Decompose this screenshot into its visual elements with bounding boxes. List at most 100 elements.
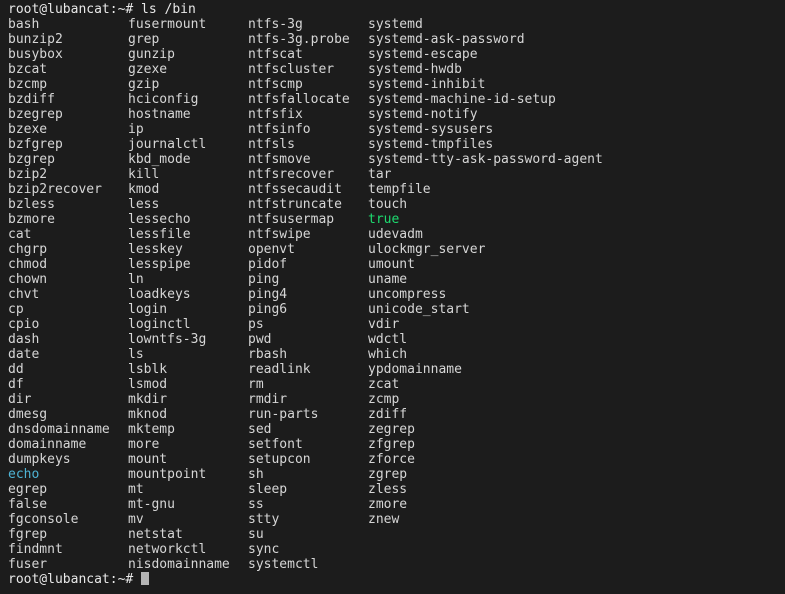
listing-column-3: ntfs-3g ntfs-3g.probe ntfscat ntfscluster nt…: [248, 17, 350, 572]
active-prompt-line[interactable]: root@lubancat:~#: [8, 572, 150, 587]
listing-entry: zmore: [368, 497, 408, 512]
listing-entry: netstat: [128, 527, 183, 542]
listing-entry: kbd_mode: [128, 152, 191, 167]
listing-entry: ps: [248, 317, 264, 332]
listing-entry: rmdir: [248, 392, 288, 407]
listing-entry: lsblk: [128, 362, 168, 377]
listing-entry: zdiff: [368, 407, 408, 422]
listing-entry: zcmp: [368, 392, 400, 407]
listing-entry: readlink: [248, 362, 311, 377]
listing-entry: znew: [368, 512, 400, 527]
listing-entry: ntfsusermap: [248, 212, 335, 227]
listing-entry: mountpoint: [128, 467, 207, 482]
listing-entry: sleep: [248, 482, 288, 497]
listing-entry: ping4: [248, 287, 288, 302]
listing-entry: gzip: [128, 77, 160, 92]
listing-entry: rm: [248, 377, 264, 392]
listing-entry: bzfgrep: [8, 137, 63, 152]
listing-entry: lessecho: [128, 212, 191, 227]
prompt-command-text: root@lubancat:~# ls /bin: [8, 2, 196, 17]
listing-entry: ntfscmp: [248, 77, 303, 92]
listing-entry: ntfsmove: [248, 152, 311, 167]
listing-entry: vdir: [368, 317, 400, 332]
listing-entry: findmnt: [8, 542, 63, 557]
listing-entry: kill: [128, 167, 160, 182]
listing-entry: bunzip2: [8, 32, 63, 47]
listing-entry: tempfile: [368, 182, 431, 197]
listing-entry: cp: [8, 302, 24, 317]
listing-entry: su: [248, 527, 264, 542]
listing-entry: chvt: [8, 287, 40, 302]
listing-entry: mkdir: [128, 392, 168, 407]
listing-entry: zegrep: [368, 422, 415, 437]
block-cursor: [141, 572, 150, 585]
listing-entry: cat: [8, 227, 32, 242]
listing-entry: false: [8, 497, 48, 512]
listing-entry: bzless: [8, 197, 55, 212]
listing-entry: systemd-hwdb: [368, 62, 462, 77]
listing-entry: ntfs-3g: [248, 17, 303, 32]
listing-entry: chgrp: [8, 242, 48, 257]
listing-entry: dumpkeys: [8, 452, 71, 467]
listing-entry: systemd-sysusers: [368, 122, 494, 137]
listing-column-2: fusermount grep gunzip gzexe gzip hciconfig ho…: [128, 17, 230, 572]
listing-entry: hostname: [128, 107, 191, 122]
listing-entry: systemd-escape: [368, 47, 478, 62]
listing-entry: ping: [248, 272, 280, 287]
listing-entry: ntfsls: [248, 137, 295, 152]
listing-entry: wdctl: [368, 332, 408, 347]
listing-entry: unicode_start: [368, 302, 470, 317]
listing-entry: chown: [8, 272, 48, 287]
listing-entry: loginctl: [128, 317, 191, 332]
listing-entry: login: [128, 302, 168, 317]
listing-entry: mount: [128, 452, 168, 467]
listing-entry: setfont: [248, 437, 303, 452]
listing-entry: ntfssecaudit: [248, 182, 342, 197]
listing-column-4: systemd systemd-ask-password systemd-escap…: [368, 17, 603, 527]
listing-entry: mknod: [128, 407, 168, 422]
listing-entry: ntfsfallocate: [248, 92, 350, 107]
listing-entry: stty: [248, 512, 280, 527]
listing-entry: systemd-inhibit: [368, 77, 486, 92]
listing-entry: systemd-machine-id-setup: [368, 92, 556, 107]
listing-entry: lesspipe: [128, 257, 191, 272]
listing-entry: dash: [8, 332, 40, 347]
listing-entry: zfgrep: [368, 437, 415, 452]
listing-entry: bash: [8, 17, 40, 32]
listing-entry: hciconfig: [128, 92, 199, 107]
listing-entry: chmod: [8, 257, 48, 272]
listing-entry: egrep: [8, 482, 48, 497]
listing-entry: busybox: [8, 47, 63, 62]
listing-entry: more: [128, 437, 160, 452]
listing-entry: lessfile: [128, 227, 191, 242]
listing-entry: gzexe: [128, 62, 168, 77]
listing-entry: mt: [128, 482, 144, 497]
listing-entry: ntfsinfo: [248, 122, 311, 137]
listing-entry: kmod: [128, 182, 160, 197]
listing-entry: ntfswipe: [248, 227, 311, 242]
command-prompt-line: root@lubancat:~# ls /bin: [8, 2, 196, 17]
listing-entry: tar: [368, 167, 392, 182]
listing-entry: sh: [248, 467, 264, 482]
terminal-window[interactable]: root@lubancat:~# ls /bin bash bunzip2 busy…: [0, 0, 785, 594]
listing-entry: ln: [128, 272, 144, 287]
listing-entry: bzegrep: [8, 107, 63, 122]
listing-entry: bzmore: [8, 212, 55, 227]
listing-entry: lsmod: [128, 377, 168, 392]
listing-entry: zless: [368, 482, 408, 497]
listing-entry: ntfsfix: [248, 107, 303, 122]
listing-entry: ntfscluster: [248, 62, 335, 77]
listing-entry: ntfsrecover: [248, 167, 335, 182]
listing-entry: lesskey: [128, 242, 183, 257]
listing-entry: zforce: [368, 452, 415, 467]
listing-entry: ntfscat: [248, 47, 303, 62]
listing-entry: cpio: [8, 317, 40, 332]
listing-entry: less: [128, 197, 160, 212]
listing-entry: pidof: [248, 257, 288, 272]
listing-column-1: bash bunzip2 busybox bzcat bzcmp bzdiff bzegre…: [8, 17, 110, 572]
listing-entry: grep: [128, 32, 160, 47]
listing-entry: bzcmp: [8, 77, 48, 92]
listing-entry: sync: [248, 542, 280, 557]
listing-entry: true: [368, 212, 400, 227]
listing-entry: df: [8, 377, 24, 392]
